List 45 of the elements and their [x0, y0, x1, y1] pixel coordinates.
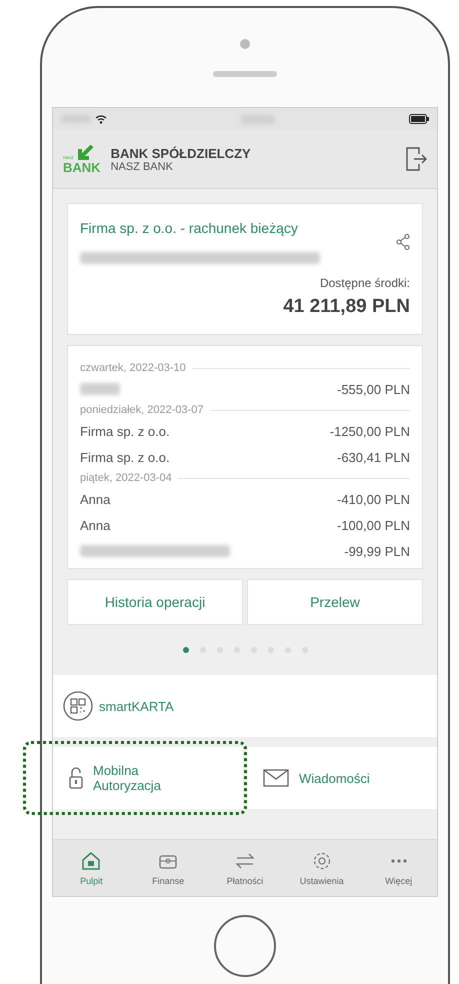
payee-name: Anna: [80, 518, 110, 532]
page-dot[interactable]: [182, 647, 188, 653]
blurred-payee: [80, 383, 120, 395]
balance-label: Dostępne środki:: [320, 276, 410, 290]
account-name: Firma sp. z o.o. - rachunek bieżący: [80, 220, 298, 236]
messages-tile[interactable]: Wiadomości: [247, 747, 437, 809]
transaction-amount: -100,00 PLN: [337, 518, 410, 532]
action-button[interactable]: Przelew: [247, 579, 423, 625]
transaction-amount: -1250,00 PLN: [330, 424, 410, 438]
bank-name: BANK SPÓŁDZIELCZY: [110, 146, 252, 160]
transaction-amount: -99,99 PLN: [344, 544, 410, 558]
share-icon[interactable]: [396, 234, 410, 250]
transaction-date: poniedziałek, 2022-03-07: [80, 404, 204, 416]
payee-name: Firma sp. z o.o.: [80, 450, 170, 464]
account-card[interactable]: Firma sp. z o.o. - rachunek bieżący Dostępne środki: 41 211,89 PLN: [67, 203, 423, 335]
nav-tab[interactable]: Więcej: [360, 840, 437, 896]
logo-text: BANK: [63, 160, 101, 174]
battery-icon: [409, 114, 429, 124]
qr-code-icon: [63, 691, 93, 721]
nav-tab[interactable]: Ustawienia: [283, 840, 360, 896]
payee-name: Firma sp. z o.o.: [80, 424, 170, 438]
action-button[interactable]: Historia operacji: [67, 579, 243, 625]
nav-tab[interactable]: Finanse: [130, 840, 207, 896]
envelope-icon: [263, 769, 289, 787]
arrow-logo-icon: [76, 144, 94, 160]
balance-amount: 41 211,89 PLN: [283, 296, 410, 318]
mobile-authorization-tile[interactable]: Mobilna Autoryzacja: [53, 747, 243, 809]
wifi-icon: [95, 114, 107, 124]
nav-tab[interactable]: Płatności: [206, 840, 284, 896]
smartkarta-button[interactable]: smartKARTA: [53, 675, 437, 737]
home-button[interactable]: [214, 915, 276, 977]
more-icon: [390, 859, 407, 863]
padlock-icon: [69, 767, 83, 789]
camera-dot: [240, 38, 250, 48]
home-icon: [80, 850, 102, 872]
speaker-slot: [213, 70, 277, 76]
transaction-date: czwartek, 2022-03-10: [80, 362, 186, 374]
nav-tab[interactable]: Pulpit: [53, 840, 130, 896]
transaction-amount: -630,41 PLN: [337, 450, 410, 464]
bank-subtitle: NASZ BANK: [110, 160, 174, 172]
transaction-amount: -410,00 PLN: [337, 492, 410, 506]
payee-name: Anna: [80, 492, 110, 506]
transaction-amount: -555,00 PLN: [337, 382, 410, 396]
logout-icon[interactable]: [405, 146, 427, 172]
transaction-date: piątek, 2022-03-04: [80, 472, 172, 484]
